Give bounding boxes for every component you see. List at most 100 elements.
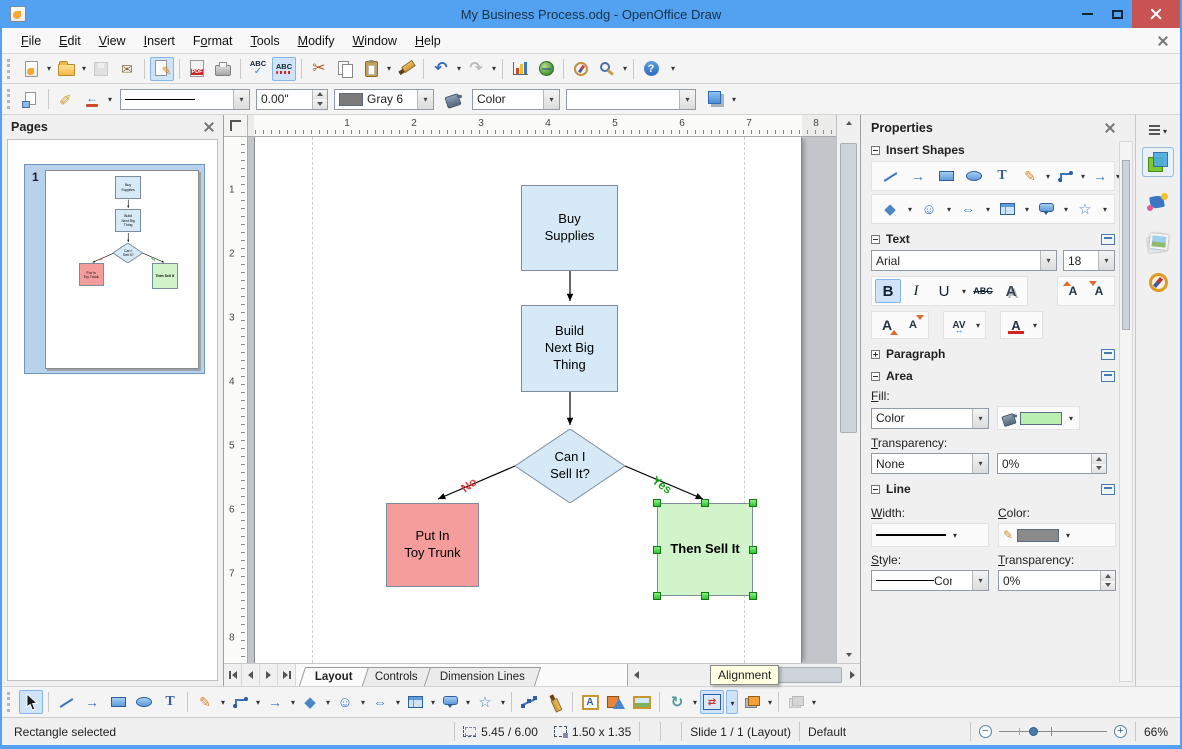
close-pages-panel-icon[interactable] bbox=[204, 122, 214, 132]
flowchart-dropdown[interactable] bbox=[1022, 205, 1031, 214]
selection-handle[interactable] bbox=[653, 499, 661, 507]
zoom-slider-knob[interactable] bbox=[1029, 727, 1038, 736]
node-build-next-big-thing[interactable]: Build Next Big Thing bbox=[521, 305, 618, 392]
increase-font-button[interactable]: A bbox=[875, 314, 899, 336]
collapse-insert-shapes-icon[interactable] bbox=[871, 145, 880, 155]
selection-handle[interactable] bbox=[653, 545, 661, 554]
arrow-tool-button[interactable]: → bbox=[80, 690, 104, 714]
arrow-style-dropdown[interactable] bbox=[105, 95, 114, 104]
stars-dropdown[interactable] bbox=[1100, 205, 1109, 214]
scroll-right-icon[interactable] bbox=[844, 664, 860, 686]
block-arrows-tool-button[interactable]: ⇔ bbox=[368, 690, 392, 714]
bold-button[interactable]: B bbox=[875, 279, 901, 303]
zoom-button[interactable] bbox=[595, 57, 619, 81]
symbol-shapes-button[interactable]: ☺ bbox=[917, 198, 941, 220]
basic-shapes-tool-button[interactable]: ◆ bbox=[298, 690, 322, 714]
line-transparency-spinner[interactable]: 0% bbox=[998, 570, 1116, 591]
pscroll-thumb[interactable] bbox=[1122, 160, 1130, 330]
flowchart-shapes-button[interactable] bbox=[995, 198, 1019, 220]
connector-dropdown[interactable] bbox=[253, 698, 262, 707]
flowchart-tool-button[interactable] bbox=[403, 690, 427, 714]
email-button[interactable]: ✉ bbox=[115, 57, 139, 81]
font-size-combo[interactable]: 18 bbox=[1063, 250, 1115, 271]
decrease-font-button[interactable]: A bbox=[901, 314, 925, 336]
connector-tool-button[interactable] bbox=[228, 690, 252, 714]
lines-arrows-tool-button[interactable]: → bbox=[263, 690, 287, 714]
line-button[interactable]: ✎ bbox=[54, 87, 78, 111]
redo-dropdown[interactable] bbox=[489, 64, 498, 73]
underline-button[interactable]: U bbox=[931, 279, 957, 303]
selection-handle[interactable] bbox=[749, 545, 757, 554]
help-button[interactable]: ? bbox=[639, 57, 663, 81]
menu-format[interactable]: Format bbox=[184, 30, 242, 52]
curve-dropdown[interactable] bbox=[218, 698, 227, 707]
fontwork-button[interactable]: A bbox=[578, 690, 602, 714]
sidebar-tab-styles[interactable] bbox=[1142, 227, 1174, 257]
italic-button[interactable]: I bbox=[903, 279, 929, 303]
insert-ellipse-button[interactable] bbox=[962, 165, 986, 187]
combo-arrow-icon[interactable] bbox=[1040, 251, 1056, 270]
insert-text-button[interactable]: T bbox=[990, 165, 1014, 187]
selection-handle[interactable] bbox=[653, 592, 661, 600]
rotate-button[interactable]: ↻ bbox=[665, 690, 689, 714]
undo-button[interactable]: ↶ bbox=[429, 57, 453, 81]
fill-color-dropdown-button[interactable] bbox=[997, 406, 1080, 430]
menu-window[interactable]: Window bbox=[343, 30, 405, 52]
open-dropdown[interactable] bbox=[79, 64, 88, 73]
character-spacing-dropdown[interactable] bbox=[973, 321, 982, 330]
symbol-shapes-tool-button[interactable]: ☺ bbox=[333, 690, 357, 714]
page-thumbnail-selected[interactable]: 1 bbox=[24, 164, 205, 374]
font-color-button[interactable]: A bbox=[1004, 314, 1028, 336]
collapse-area-icon[interactable] bbox=[871, 371, 880, 381]
combo-arrow-icon[interactable] bbox=[417, 89, 433, 109]
block-arrows-button[interactable]: ⇔ bbox=[956, 198, 980, 220]
arrange-dropdown[interactable] bbox=[765, 698, 774, 707]
insert-rectangle-button[interactable] bbox=[934, 165, 958, 187]
strikethrough-button[interactable]: ABC bbox=[970, 279, 996, 303]
to-3d-button[interactable] bbox=[604, 690, 628, 714]
line-color-arrow[interactable] bbox=[1063, 531, 1072, 540]
lines-arrows-dropdown[interactable] bbox=[288, 698, 297, 707]
horizontal-ruler[interactable]: 1 2 3 4 5 6 7 8 bbox=[248, 115, 836, 137]
cut-button[interactable]: ✂ bbox=[307, 57, 331, 81]
close-button[interactable] bbox=[1132, 0, 1180, 28]
line-color-combo[interactable]: Gray 6 bbox=[334, 88, 434, 110]
symbol-shapes-dropdown[interactable] bbox=[944, 205, 953, 214]
transparency-spinner[interactable]: 0% bbox=[997, 453, 1107, 474]
expand-paragraph-icon[interactable] bbox=[871, 349, 880, 359]
zoom-slider[interactable] bbox=[999, 725, 1107, 738]
toolbar-options-dropdown[interactable] bbox=[729, 95, 738, 104]
ruler-origin-corner[interactable] bbox=[224, 115, 248, 137]
font-name-combo[interactable]: Arial bbox=[871, 250, 1057, 271]
selection-handle[interactable] bbox=[701, 592, 709, 600]
block-arrows-dropdown[interactable] bbox=[393, 698, 402, 707]
area-fill-type-combo[interactable]: Color bbox=[871, 407, 989, 429]
zoom-dropdown[interactable] bbox=[620, 64, 629, 73]
shadow-text-button[interactable]: A bbox=[998, 279, 1024, 303]
close-properties-icon[interactable] bbox=[1105, 123, 1115, 133]
stars-tool-button[interactable]: ☆ bbox=[473, 690, 497, 714]
fill-color-combo[interactable] bbox=[566, 88, 696, 110]
paste-button[interactable] bbox=[359, 57, 383, 81]
pages-list[interactable]: 1 bbox=[7, 139, 218, 681]
combo-arrow-icon[interactable] bbox=[233, 89, 249, 109]
tab-controls[interactable]: Controls bbox=[358, 667, 434, 686]
line-tool-button[interactable] bbox=[54, 690, 78, 714]
insert-curve-button[interactable]: ✎ bbox=[1018, 165, 1042, 187]
line-style-combo[interactable] bbox=[120, 88, 250, 110]
scroll-up-icon[interactable] bbox=[837, 115, 860, 131]
close-document-icon[interactable] bbox=[1158, 36, 1168, 46]
next-page-button[interactable] bbox=[260, 664, 278, 686]
vertical-ruler[interactable]: 1 2 3 4 5 6 7 8 bbox=[224, 137, 248, 663]
arrow-style-button[interactable]: ← bbox=[80, 87, 104, 111]
gallery-button[interactable] bbox=[534, 57, 558, 81]
zoom-in-icon[interactable]: + bbox=[1114, 725, 1127, 738]
line-width-arrow[interactable] bbox=[950, 531, 959, 540]
toolbar-options-dropdown[interactable] bbox=[809, 698, 818, 707]
node-then-sell-it[interactable]: Then Sell It bbox=[657, 503, 753, 596]
area-dialog-launcher-icon[interactable] bbox=[1101, 370, 1115, 382]
combo-arrow-icon[interactable] bbox=[972, 408, 988, 428]
edit-mode-button[interactable]: ✎ bbox=[150, 56, 174, 81]
glue-points-button[interactable] bbox=[543, 690, 567, 714]
new-document-button[interactable] bbox=[19, 57, 43, 81]
